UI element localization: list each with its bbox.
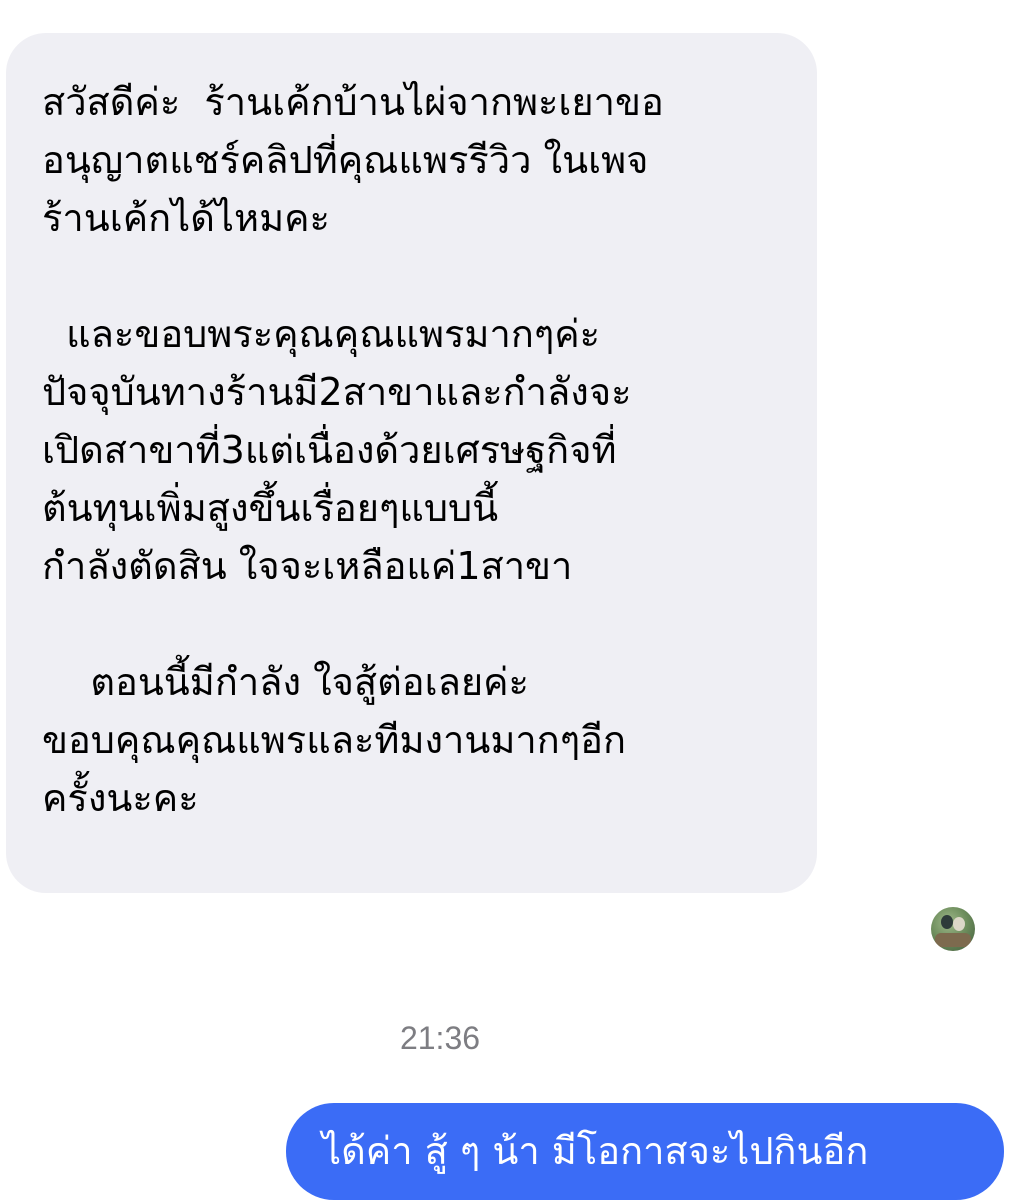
- read-receipt-avatar[interactable]: [931, 907, 975, 951]
- avatar-photo-detail: [941, 915, 953, 929]
- avatar-photo-detail: [935, 933, 971, 947]
- message-line: และขอบพระคุณคุณแพรมากๆค่ะ: [42, 312, 601, 356]
- message-line: ขอบคุณคุณแพรและทีมงานมากๆอีก: [42, 718, 627, 762]
- message-line: ครั้งนะคะ: [42, 776, 199, 820]
- message-line: กำลังตัดสิน ใจจะเหลือแค่1สาขา: [42, 544, 573, 588]
- message-line: ตอนนี้มีกำลัง ใจสู้ต่อเลยค่ะ: [42, 660, 529, 704]
- message-line: ปัจจุบันทางร้านมี2สาขาและกำลังจะ: [42, 370, 632, 414]
- message-timestamp: 21:36: [399, 1020, 481, 1056]
- incoming-message-bubble[interactable]: สวัสดีค่ะ ร้านเค้กบ้านไผ่จากพะเยาขอ อนุญ…: [6, 33, 817, 893]
- message-line: ต้นทุนเพิ่มสูงขึ้นเรื่อยๆแบบนี้: [42, 486, 499, 530]
- avatar-photo-detail: [953, 917, 965, 931]
- chat-thread: สวัสดีค่ะ ร้านเค้กบ้านไผ่จากพะเยาขอ อนุญ…: [0, 0, 1029, 1200]
- message-line: สวัสดีค่ะ ร้านเค้กบ้านไผ่จากพะเยาขอ: [42, 80, 664, 124]
- outgoing-message-bubble[interactable]: ได้ค่า สู้ ๆ น้า มีโอกาสจะไปกินอีก: [286, 1103, 1004, 1200]
- message-line: ร้านเค้กได้ไหมคะ: [42, 196, 330, 240]
- message-line: อนุญาตแชร์คลิปที่คุณแพรรีวิว ในเพจ: [42, 138, 649, 182]
- message-line: เปิดสาขาที่3แต่เนื่องด้วยเศรษฐกิจที่: [42, 428, 617, 472]
